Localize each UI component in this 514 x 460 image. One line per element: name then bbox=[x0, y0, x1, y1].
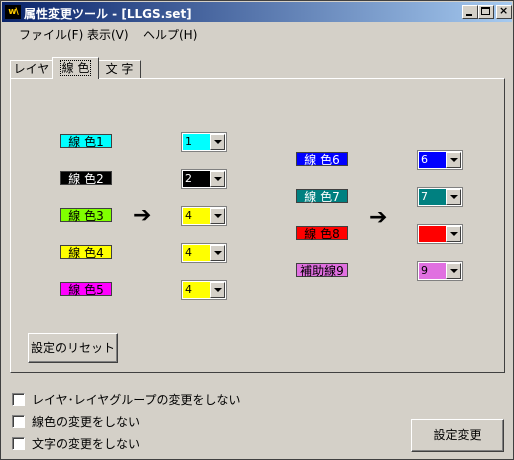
reset-settings-button[interactable]: 設定のリセット bbox=[28, 333, 118, 363]
tab-panel: 線 色1 線 色2 線 色3 線 色4 線 色5 1 2 4 4 4 ➔ 線 色… bbox=[10, 78, 505, 373]
line-color-4-select[interactable]: 4 bbox=[181, 243, 227, 263]
line-color-6-select[interactable]: 6 bbox=[417, 150, 463, 170]
line-color-5-label: 線 色5 bbox=[60, 282, 112, 297]
no-text-change-label: 文字の変更をしない bbox=[32, 437, 141, 451]
title-bar[interactable]: w\ 属性変更ツール - [LLGS.set] × bbox=[2, 2, 512, 22]
tab-line-color-label: 線 色 bbox=[59, 60, 92, 76]
line-color-1-value: 1 bbox=[183, 134, 211, 150]
line-color-4-label: 線 色4 bbox=[60, 245, 112, 260]
window-title: 属性変更ツール - [LLGS.set] bbox=[24, 7, 192, 21]
line-color-2-value: 2 bbox=[183, 171, 211, 187]
close-button[interactable]: × bbox=[496, 4, 512, 19]
line-color-2-label: 線 色2 bbox=[60, 171, 112, 186]
aux-line-9-value: 9 bbox=[419, 263, 447, 279]
arrow-right-icon: ➔ bbox=[369, 205, 388, 230]
line-color-1-select[interactable]: 1 bbox=[181, 132, 227, 152]
chevron-down-icon[interactable] bbox=[210, 245, 225, 261]
chevron-down-icon[interactable] bbox=[210, 282, 225, 298]
tab-text[interactable]: 文 字 bbox=[98, 60, 141, 78]
line-color-4-value: 4 bbox=[183, 245, 211, 261]
line-color-6-label: 線 色6 bbox=[296, 152, 348, 167]
no-layer-change-label: レイヤ･レイヤグループの変更をしない bbox=[32, 393, 241, 407]
no-layer-change-checkbox[interactable] bbox=[12, 393, 25, 406]
no-text-change-checkbox[interactable] bbox=[12, 437, 25, 450]
line-color-5-value: 4 bbox=[183, 282, 211, 298]
menu-help[interactable]: ヘルプ(H) bbox=[143, 26, 197, 43]
menu-bar: ファイル(F) 表示(V) ヘルプ(H) bbox=[2, 23, 512, 43]
chevron-down-icon[interactable] bbox=[446, 189, 461, 205]
apply-changes-button[interactable]: 設定変更 bbox=[411, 419, 504, 452]
tab-line-color[interactable]: 線 色 bbox=[52, 57, 99, 79]
close-icon: × bbox=[499, 4, 509, 17]
line-color-5-select[interactable]: 4 bbox=[181, 280, 227, 300]
app-icon: w\ bbox=[5, 5, 21, 19]
aux-line-9-select[interactable]: 9 bbox=[417, 261, 463, 281]
maximize-button[interactable] bbox=[478, 5, 494, 19]
line-color-7-select[interactable]: 7 bbox=[417, 187, 463, 207]
line-color-8-select[interactable]: 8 bbox=[417, 224, 463, 244]
menu-file[interactable]: ファイル(F) bbox=[19, 26, 83, 43]
maximize-icon bbox=[481, 7, 490, 15]
aux-line-9-label: 補助線9 bbox=[296, 263, 348, 278]
line-color-8-value: 8 bbox=[419, 226, 447, 242]
line-color-3-label: 線 色3 bbox=[60, 208, 112, 223]
no-line-color-change-checkbox[interactable] bbox=[12, 415, 25, 428]
chevron-down-icon[interactable] bbox=[210, 171, 225, 187]
menu-view[interactable]: 表示(V) bbox=[87, 26, 129, 43]
chevron-down-icon[interactable] bbox=[446, 152, 461, 168]
line-color-1-label: 線 色1 bbox=[60, 134, 112, 149]
tab-layer[interactable]: レイヤ bbox=[10, 60, 53, 78]
arrow-right-icon: ➔ bbox=[133, 203, 152, 228]
minimize-icon bbox=[466, 14, 472, 16]
line-color-3-value: 4 bbox=[183, 208, 211, 224]
no-line-color-change-label: 線色の変更をしない bbox=[32, 415, 141, 429]
chevron-down-icon[interactable] bbox=[446, 226, 461, 242]
minimize-button[interactable] bbox=[462, 5, 478, 19]
line-color-6-value: 6 bbox=[419, 152, 447, 168]
chevron-down-icon[interactable] bbox=[210, 134, 225, 150]
line-color-3-select[interactable]: 4 bbox=[181, 206, 227, 226]
app-window: w\ 属性変更ツール - [LLGS.set] × ファイル(F) 表示(V) … bbox=[0, 0, 514, 460]
line-color-7-label: 線 色7 bbox=[296, 189, 348, 204]
line-color-8-label: 線 色8 bbox=[296, 226, 348, 241]
line-color-2-select[interactable]: 2 bbox=[181, 169, 227, 189]
chevron-down-icon[interactable] bbox=[446, 263, 461, 279]
chevron-down-icon[interactable] bbox=[210, 208, 225, 224]
line-color-7-value: 7 bbox=[419, 189, 447, 205]
